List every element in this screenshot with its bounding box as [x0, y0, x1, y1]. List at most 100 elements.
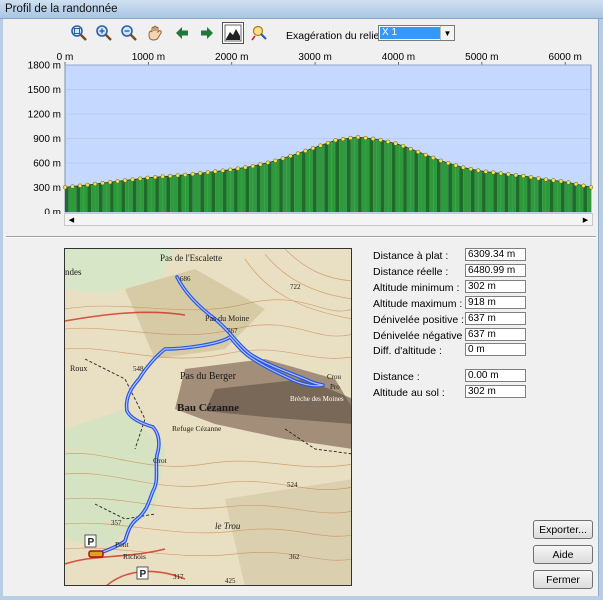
profile-point [288, 153, 293, 159]
profile-point [581, 183, 586, 188]
map-label: 548 [133, 365, 144, 373]
profile-point [416, 149, 421, 155]
profile-point [370, 136, 376, 141]
profile-point [70, 184, 75, 189]
profile-bar [324, 143, 328, 212]
map-label: 524 [287, 481, 298, 489]
profile-point [325, 140, 331, 146]
export-button[interactable]: Exporter... [533, 520, 593, 539]
profile-bar [519, 175, 524, 212]
profile-bar [211, 171, 216, 212]
profile-bar [162, 176, 167, 212]
profile-bar [545, 179, 550, 212]
profile-bar [83, 185, 88, 212]
relief-exaggeration-select[interactable]: X 1 ▼ [378, 25, 455, 41]
profile-bar [549, 180, 554, 212]
profile-point [62, 185, 68, 190]
profile-bar [271, 161, 276, 212]
elevation-profile-chart[interactable]: 0 m 1000 m 2000 m 3000 m 4000 m 5000 m 6000 m … [0, 48, 603, 214]
profile-bar [297, 152, 302, 212]
profile-bar [312, 147, 317, 212]
profile-bar [309, 148, 313, 212]
profile-bar [542, 179, 546, 212]
profile-bar [440, 161, 445, 212]
profile-bar [305, 150, 310, 212]
pan-button[interactable] [144, 22, 166, 44]
profile-point [280, 156, 286, 161]
map-label: Pas du Berger [180, 371, 237, 382]
profile-point [137, 176, 143, 181]
profile-point [528, 175, 534, 180]
zoom-out-button[interactable] [118, 22, 140, 44]
profile-bar [226, 169, 231, 212]
profile-bar [388, 142, 392, 212]
x-tick-label: 6000 m [549, 52, 582, 63]
profile-bar [76, 185, 81, 212]
scroll-right-icon[interactable]: ▶ [579, 214, 592, 225]
profile-point [228, 167, 233, 172]
zoom-fit-button[interactable] [68, 22, 90, 44]
zoom-in-button[interactable] [93, 22, 115, 44]
profile-bar [68, 186, 73, 212]
profile-point [198, 171, 203, 176]
profile-bar [482, 171, 486, 212]
profile-bar [181, 174, 186, 212]
profile-bar [125, 180, 129, 212]
profile-bar [376, 139, 381, 212]
profile-bar [260, 163, 265, 212]
stat-label: Distance à plat : [373, 250, 449, 262]
profile-point [243, 165, 248, 170]
profile-point [92, 181, 98, 187]
arrow-left-icon [176, 27, 188, 39]
profile-horizontal-scrollbar[interactable]: ◀ ▶ [64, 213, 593, 226]
previous-button[interactable] [171, 22, 193, 44]
profile-bar [290, 155, 295, 212]
chevron-down-icon[interactable]: ▼ [440, 26, 454, 40]
profile-point [160, 174, 165, 179]
x-tick-label: 1000 m [132, 52, 165, 63]
profile-point [408, 146, 413, 152]
profile-bar [245, 167, 250, 212]
profile-bar [474, 170, 479, 212]
scroll-left-icon[interactable]: ◀ [65, 214, 78, 225]
stat-label: Altitude au sol : [373, 387, 445, 399]
profile-bar [478, 170, 483, 212]
hike-map[interactable]: P P Pas de l'Escalette Pas du Moine Pas … [64, 248, 352, 586]
profile-bar [410, 149, 415, 212]
profile-view-button[interactable] [222, 22, 244, 44]
profile-bar [369, 138, 374, 212]
profile-bar [328, 142, 332, 212]
profile-bar [451, 164, 456, 212]
svg-text:P: P [88, 537, 95, 548]
profile-bar [170, 175, 174, 212]
x-tick-label: 3000 m [298, 52, 331, 63]
profile-bar [568, 182, 573, 212]
profile-point [400, 143, 406, 149]
profile-point [423, 152, 428, 158]
profile-bar [207, 172, 212, 212]
stat-label: Distance : [373, 371, 420, 383]
profile-bar [102, 182, 107, 212]
profile-bar [583, 186, 588, 212]
profile-bar [192, 173, 197, 212]
stat-value: 0.00 m [465, 369, 526, 382]
profile-bar [110, 181, 114, 212]
profile-bar [87, 184, 92, 212]
profile-point [115, 179, 120, 184]
close-button[interactable]: Fermer [533, 570, 593, 589]
profile-bar [234, 168, 238, 212]
stat-label: Distance réelle : [373, 266, 449, 278]
profile-bar [553, 180, 558, 212]
profile-bar [467, 168, 471, 212]
profile-point [303, 148, 308, 154]
profile-bar [350, 137, 355, 212]
profile-point [318, 143, 323, 148]
help-button[interactable]: Aide [533, 545, 593, 564]
profile-bar [534, 178, 539, 212]
profile-point [130, 177, 135, 182]
next-button[interactable] [196, 22, 218, 44]
profile-point [521, 173, 526, 179]
measure-button[interactable] [248, 22, 270, 44]
profile-bar [132, 179, 137, 212]
map-label: Richois [123, 552, 146, 561]
